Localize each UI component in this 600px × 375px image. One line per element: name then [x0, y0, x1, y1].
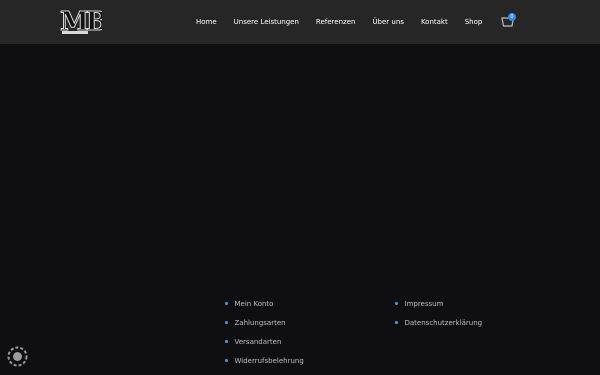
- nav-item-ueber-uns[interactable]: Über uns: [372, 18, 404, 26]
- footer-link-mein-konto[interactable]: Mein Konto: [225, 294, 304, 313]
- footer-link-label: Mein Konto: [234, 299, 274, 308]
- footer-link-label: Versandarten: [234, 337, 282, 346]
- cookie-settings-icon[interactable]: [7, 346, 28, 367]
- footer-links-shop: Mein Konto Zahlungsarten Versandarten Wi…: [225, 294, 304, 370]
- bullet-icon: [225, 321, 228, 324]
- footer-link-label: Zahlungsarten: [234, 318, 286, 327]
- footer-link-versandarten[interactable]: Versandarten: [225, 332, 304, 351]
- mb-logo-icon[interactable]: MB: [60, 6, 102, 38]
- footer-link-label: Impressum: [404, 299, 444, 308]
- footer-link-widerrufsbelehrung[interactable]: Widerrufsbelehrung: [225, 351, 304, 370]
- footer-links-legal: Impressum Datenschutzerklärung: [395, 294, 482, 332]
- main-nav: Home Unsere Leistungen Referenzen Über u…: [196, 0, 499, 44]
- footer-link-label: Datenschutzerklärung: [404, 318, 483, 327]
- bullet-icon: [225, 302, 228, 305]
- bullet-icon: [225, 340, 228, 343]
- nav-item-unsere-leistungen[interactable]: Unsere Leistungen: [234, 18, 299, 26]
- site-header: MB Home Unsere Leistungen Referenzen Übe…: [0, 0, 600, 44]
- nav-item-home[interactable]: Home: [196, 18, 217, 26]
- nav-item-shop[interactable]: Shop: [465, 18, 483, 26]
- nav-item-kontakt[interactable]: Kontakt: [421, 18, 448, 26]
- cart-count-badge: 0: [508, 13, 516, 21]
- footer-link-impressum[interactable]: Impressum: [395, 294, 482, 313]
- bullet-icon: [395, 302, 398, 305]
- bullet-icon: [395, 321, 398, 324]
- nav-item-referenzen[interactable]: Referenzen: [316, 18, 356, 26]
- bullet-icon: [225, 359, 228, 362]
- footer-link-label: Widerrufsbelehrung: [234, 356, 304, 365]
- footer-link-datenschutzerklaerung[interactable]: Datenschutzerklärung: [395, 313, 482, 332]
- footer-link-zahlungsarten[interactable]: Zahlungsarten: [225, 313, 304, 332]
